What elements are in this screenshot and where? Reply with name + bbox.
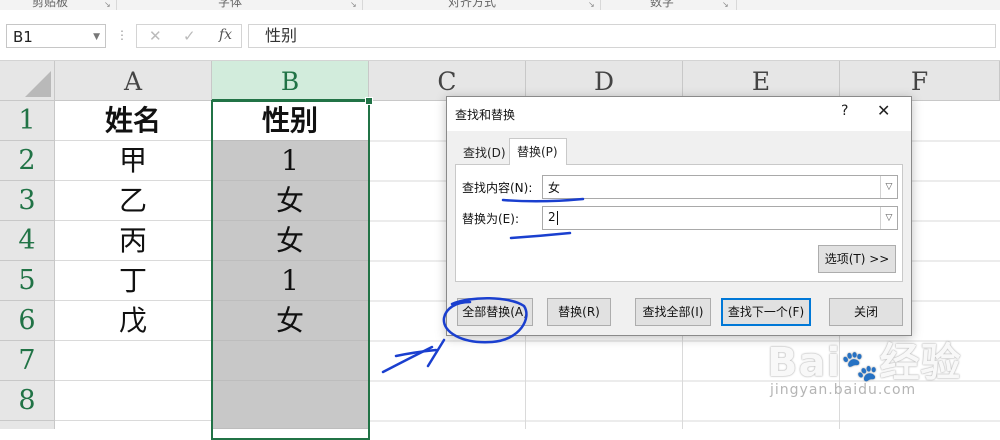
column-header-b[interactable]: B: [212, 61, 369, 101]
find-what-input[interactable]: 女 ▽: [542, 175, 898, 199]
cell-a6[interactable]: 戊: [55, 301, 212, 341]
column-header-d[interactable]: D: [526, 61, 683, 101]
ribbon-divider: [116, 0, 117, 10]
cancel-icon[interactable]: ✕: [149, 27, 162, 45]
cell-b1[interactable]: 性别: [212, 101, 369, 141]
replace-with-value: 2: [548, 210, 558, 225]
options-button[interactable]: 选项(T) >>: [818, 245, 896, 273]
dialog-launcher-icon[interactable]: ↘: [588, 0, 595, 9]
tab-find[interactable]: 查找(D): [457, 141, 509, 165]
ribbon-group-alignment[interactable]: 对齐方式: [448, 0, 496, 10]
watermark-logo: Bai🐾经验: [767, 340, 962, 386]
cell-a5[interactable]: 丁: [55, 261, 212, 301]
row-header-9[interactable]: [0, 421, 55, 429]
name-box[interactable]: B1 ▼: [6, 24, 106, 48]
ribbon-group-number[interactable]: 数字: [650, 0, 674, 10]
formula-bar: B1 ▼ ⋮ ✕ ✓ fx 性别: [0, 10, 1000, 61]
dialog-titlebar[interactable]: 查找和替换 ? ✕: [447, 97, 911, 131]
tab-replace[interactable]: 替换(P): [509, 138, 567, 165]
ribbon-divider: [600, 0, 601, 10]
insert-function-icon[interactable]: fx: [219, 27, 232, 43]
chevron-down-icon[interactable]: ▼: [93, 25, 100, 49]
column-header-c[interactable]: C: [369, 61, 526, 101]
cell-a2[interactable]: 甲: [55, 141, 212, 181]
column-header-f[interactable]: F: [840, 61, 1000, 101]
row-header-5[interactable]: 5: [0, 261, 55, 301]
cell-a8[interactable]: [55, 381, 212, 421]
replace-with-input[interactable]: 2 ▽: [542, 206, 898, 230]
dialog-launcher-icon[interactable]: ↘: [350, 0, 357, 9]
row-header-7[interactable]: 7: [0, 341, 55, 381]
replace-with-label: 替换为(E):: [462, 212, 519, 226]
find-next-button[interactable]: 查找下一个(F): [721, 298, 811, 326]
chevron-down-icon[interactable]: ▽: [880, 176, 897, 198]
watermark-url: jingyan.baidu.com: [770, 382, 917, 398]
row-header-8[interactable]: 8: [0, 381, 55, 421]
row-header-2[interactable]: 2: [0, 141, 55, 181]
ribbon-divider: [362, 0, 363, 10]
formula-content: 性别: [265, 26, 298, 45]
column-header-a[interactable]: A: [55, 61, 212, 101]
text-caret: [556, 210, 558, 225]
column-header-e[interactable]: E: [683, 61, 840, 101]
cell-b3[interactable]: 女: [212, 181, 369, 221]
cell-a3[interactable]: 乙: [55, 181, 212, 221]
cell-b2[interactable]: 1: [212, 141, 369, 181]
row-header-1[interactable]: 1: [0, 101, 55, 141]
row-header-3[interactable]: 3: [0, 181, 55, 221]
cell-b7[interactable]: [212, 341, 369, 381]
select-all-corner[interactable]: [0, 61, 55, 101]
cell-a7[interactable]: [55, 341, 212, 381]
find-all-button[interactable]: 查找全部(I): [635, 298, 711, 326]
ribbon-divider: [736, 0, 737, 10]
row-header-6[interactable]: 6: [0, 301, 55, 341]
formula-input[interactable]: 性别: [248, 24, 996, 48]
enter-icon[interactable]: ✓: [183, 27, 196, 45]
dialog-launcher-icon[interactable]: ↘: [722, 0, 729, 9]
fill-handle[interactable]: [365, 97, 373, 105]
dialog-launcher-icon[interactable]: ↘: [104, 0, 111, 9]
row-header-4[interactable]: 4: [0, 221, 55, 261]
cell-a4[interactable]: 丙: [55, 221, 212, 261]
replace-button[interactable]: 替换(R): [547, 298, 611, 326]
cell-b6[interactable]: 女: [212, 301, 369, 341]
formula-buttons: ✕ ✓ fx: [136, 24, 242, 48]
close-icon[interactable]: ✕: [877, 101, 890, 120]
cell-b5[interactable]: 1: [212, 261, 369, 301]
find-replace-dialog: 查找和替换 ? ✕ 查找(D) 替换(P) 查找内容(N): 女 ▽ 替换为(E…: [446, 96, 912, 336]
ribbon-group-clipboard[interactable]: 剪贴板: [32, 0, 68, 10]
name-box-value: B1: [13, 28, 33, 46]
replace-tab-panel: 查找内容(N): 女 ▽ 替换为(E): 2 ▽ 选项(T) >>: [455, 164, 903, 282]
cell-a1[interactable]: 姓名: [55, 101, 212, 141]
ribbon-group-font[interactable]: 字体: [218, 0, 242, 10]
more-options-icon[interactable]: ⋮: [116, 28, 128, 42]
close-button[interactable]: 关闭: [829, 298, 903, 326]
find-what-value: 女: [548, 181, 561, 195]
cell-b8[interactable]: [212, 381, 369, 429]
find-what-label: 查找内容(N):: [462, 181, 533, 195]
cell-b4[interactable]: 女: [212, 221, 369, 261]
dialog-title: 查找和替换: [455, 108, 516, 122]
replace-all-button[interactable]: 全部替换(A): [457, 298, 533, 326]
chevron-down-icon[interactable]: ▽: [880, 207, 897, 229]
help-icon[interactable]: ?: [841, 103, 848, 119]
